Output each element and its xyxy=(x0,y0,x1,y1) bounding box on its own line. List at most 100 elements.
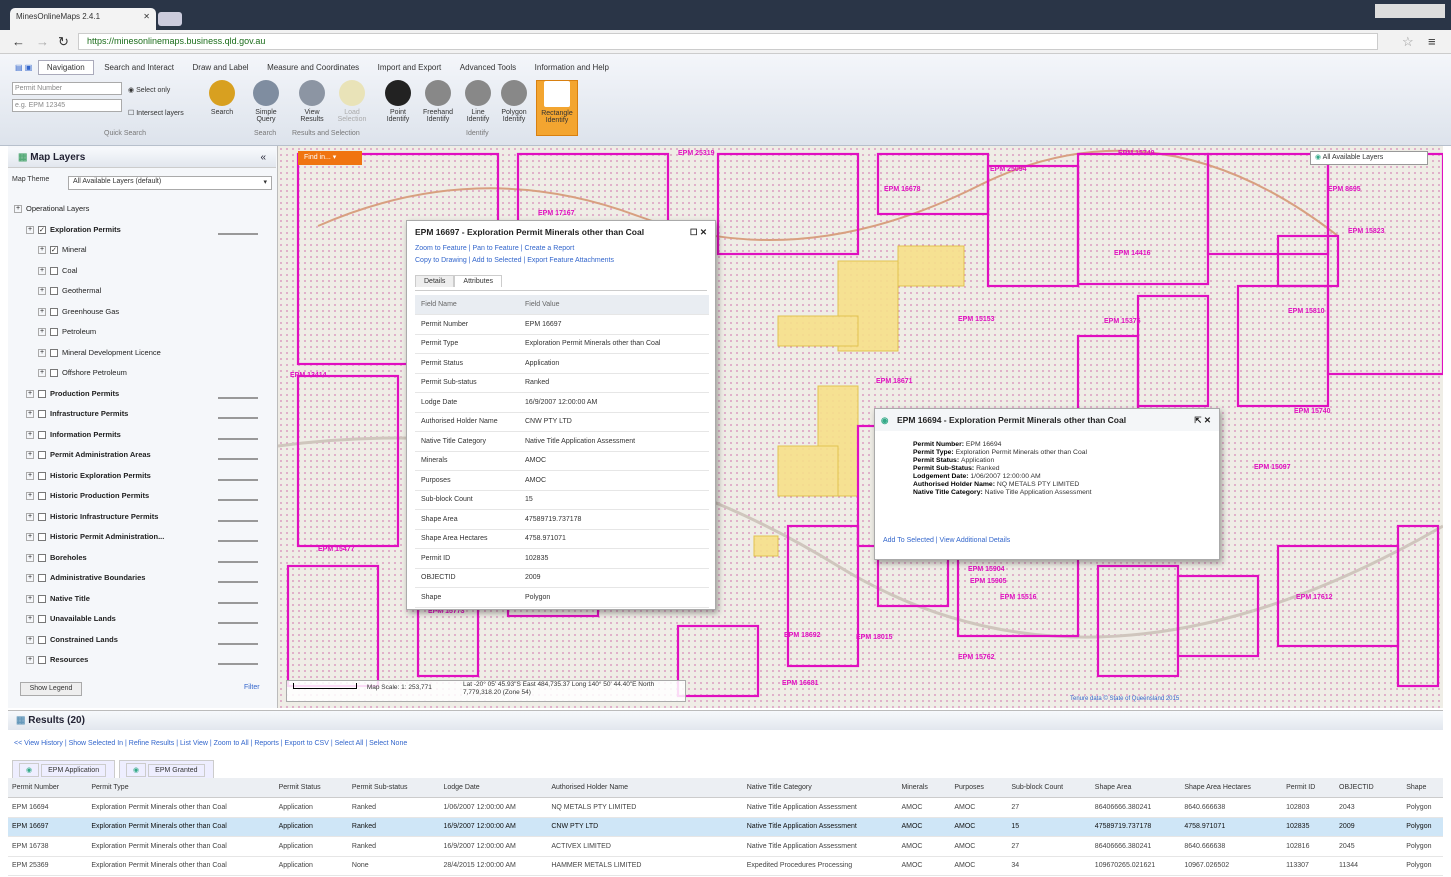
expand-icon[interactable]: + xyxy=(26,533,34,542)
close-icon[interactable]: ⇱ ✕ xyxy=(1194,415,1211,426)
column-header[interactable]: Permit ID xyxy=(1282,778,1336,798)
expand-icon[interactable]: + xyxy=(26,389,34,398)
freehand-identify-button[interactable]: Freehand Identify xyxy=(420,80,456,136)
tab-details[interactable]: Details xyxy=(415,275,455,287)
layer-item[interactable]: + Infrastructure Permits xyxy=(26,409,128,419)
layer-checkbox[interactable] xyxy=(38,533,46,542)
column-header[interactable]: Sub-block Count xyxy=(1007,778,1091,798)
polygon-identify-button[interactable]: Polygon Identify xyxy=(496,80,532,136)
layer-item[interactable]: + Historic Infrastructure Permits xyxy=(26,512,158,521)
layer-item[interactable]: + ✓ Exploration Permits xyxy=(26,225,121,234)
column-header[interactable]: Shape Area xyxy=(1090,778,1181,798)
layer-item[interactable]: + Constrained Lands xyxy=(26,635,118,644)
home-icon[interactable]: ▤ ▣ xyxy=(12,61,35,74)
layer-checkbox[interactable] xyxy=(38,512,46,521)
layer-item[interactable]: + Historic Exploration Permits xyxy=(26,471,151,480)
layer-checkbox[interactable] xyxy=(38,430,46,439)
layer-item[interactable]: + Mineral Development Licence xyxy=(38,348,161,357)
expand-icon[interactable]: + xyxy=(26,656,34,665)
layer-checkbox[interactable]: ✓ xyxy=(38,225,46,234)
new-tab-button[interactable] xyxy=(158,12,182,26)
layer-item[interactable]: + Native Title xyxy=(26,594,90,603)
opacity-slider[interactable] xyxy=(218,663,258,665)
column-header[interactable]: Shape Area Hectares xyxy=(1180,778,1283,798)
tab-search-interact[interactable]: Search and Interact xyxy=(96,61,182,74)
opacity-slider[interactable] xyxy=(218,417,258,419)
forward-icon[interactable]: → xyxy=(36,34,49,49)
layer-checkbox[interactable] xyxy=(38,553,46,562)
expand-icon[interactable]: + xyxy=(14,205,22,214)
tab-attributes[interactable]: Attributes xyxy=(454,275,502,287)
layer-checkbox[interactable] xyxy=(50,328,58,337)
tab-advanced-tools[interactable]: Advanced Tools xyxy=(452,61,524,74)
layer-item[interactable]: + Operational Layers xyxy=(14,204,89,214)
opacity-slider[interactable] xyxy=(218,642,258,645)
expand-icon[interactable]: + xyxy=(26,430,34,439)
load-selection-button[interactable]: Load Selection xyxy=(334,80,370,136)
search-type-select[interactable]: Permit Number xyxy=(12,82,122,95)
map-theme-select[interactable]: All Available Layers (default) ▾ xyxy=(68,176,272,190)
opacity-slider[interactable] xyxy=(218,478,258,481)
layer-item[interactable]: + Permit Administration Areas xyxy=(26,450,151,460)
layer-item[interactable]: + Production Permits xyxy=(26,389,119,398)
tab-draw-label[interactable]: Draw and Label xyxy=(185,61,257,74)
layer-checkbox[interactable] xyxy=(38,389,46,398)
expand-icon[interactable]: + xyxy=(38,287,46,296)
expand-icon[interactable]: + xyxy=(26,451,34,460)
layer-checkbox[interactable] xyxy=(38,635,46,644)
column-header[interactable]: Permit Status xyxy=(274,778,348,798)
expand-icon[interactable]: + xyxy=(26,492,34,501)
layer-item[interactable]: + ✓ Mineral xyxy=(38,245,87,255)
layer-checkbox[interactable] xyxy=(38,451,46,460)
layer-checkbox[interactable] xyxy=(38,656,46,665)
reload-icon[interactable]: ↻ xyxy=(58,34,69,50)
back-icon[interactable]: ← xyxy=(12,34,25,49)
expand-icon[interactable]: + xyxy=(26,574,34,583)
table-row[interactable]: EPM 16738 Exploration Permit Minerals oth… xyxy=(8,836,1443,857)
expand-icon[interactable]: + xyxy=(26,471,34,480)
layer-item[interactable]: + Greenhouse Gas xyxy=(38,307,119,316)
collapse-icon[interactable]: « xyxy=(260,152,266,163)
column-header[interactable]: Shape xyxy=(1402,778,1443,798)
identify-links[interactable]: Add To Selected | View Additional Detail… xyxy=(883,537,1010,544)
layer-item[interactable]: + Petroleum xyxy=(38,327,96,337)
column-header[interactable]: Authorised Holder Name xyxy=(547,778,743,798)
expand-icon[interactable]: + xyxy=(26,553,34,562)
close-icon[interactable]: ☐ ✕ xyxy=(690,227,707,238)
opacity-slider[interactable] xyxy=(218,601,258,604)
filter-link[interactable]: Filter xyxy=(244,684,260,691)
zoom-pan-report-links[interactable]: Zoom to Feature | Pan to Feature | Creat… xyxy=(415,243,707,255)
layer-checkbox[interactable] xyxy=(50,287,58,296)
search-button[interactable]: Search xyxy=(204,80,240,136)
opacity-slider[interactable] xyxy=(218,499,258,501)
opacity-slider[interactable] xyxy=(218,622,258,624)
table-row[interactable]: EPM 16694 Exploration Permit Minerals oth… xyxy=(8,797,1443,818)
layer-item[interactable]: + Coal xyxy=(38,266,77,275)
expand-icon[interactable]: + xyxy=(26,594,34,603)
tab-import-export[interactable]: Import and Export xyxy=(370,61,450,74)
view-results-button[interactable]: View Results xyxy=(294,80,330,136)
find-button[interactable]: Find in... ▾ xyxy=(298,151,362,165)
opacity-slider[interactable] xyxy=(218,540,258,542)
tab-epm-application[interactable]: ◉ EPM Application xyxy=(12,760,116,780)
layer-item[interactable]: + Resources xyxy=(26,655,88,665)
layer-item[interactable]: + Offshore Petroleum xyxy=(38,368,127,378)
column-header[interactable]: Minerals xyxy=(897,778,951,798)
url-field[interactable]: https://minesonlinemaps.business.qld.gov… xyxy=(78,33,1378,50)
show-legend-button[interactable]: Show Legend xyxy=(20,682,82,696)
layer-item[interactable]: + Boreholes xyxy=(26,553,87,562)
expand-icon[interactable]: + xyxy=(26,225,34,234)
copy-add-export-links[interactable]: Copy to Drawing | Add to Selected | Expo… xyxy=(415,255,707,267)
layer-checkbox[interactable] xyxy=(38,410,46,419)
layer-checkbox[interactable] xyxy=(50,348,58,357)
layer-item[interactable]: + Administrative Boundaries xyxy=(26,573,145,583)
expand-icon[interactable]: + xyxy=(26,410,34,419)
rectangle-identify-button[interactable]: Rectangle Identify xyxy=(536,80,578,136)
expand-icon[interactable]: + xyxy=(38,246,46,255)
column-header[interactable]: OBJECTID xyxy=(1335,778,1403,798)
tab-navigation[interactable]: Navigation xyxy=(37,60,94,75)
layer-checkbox[interactable] xyxy=(38,594,46,603)
table-row[interactable]: EPM 25369 Exploration Permit Minerals oth… xyxy=(8,856,1443,876)
quick-search-input[interactable]: e.g. EPM 12345 xyxy=(12,99,122,112)
star-icon[interactable]: ☆ xyxy=(1402,34,1414,50)
